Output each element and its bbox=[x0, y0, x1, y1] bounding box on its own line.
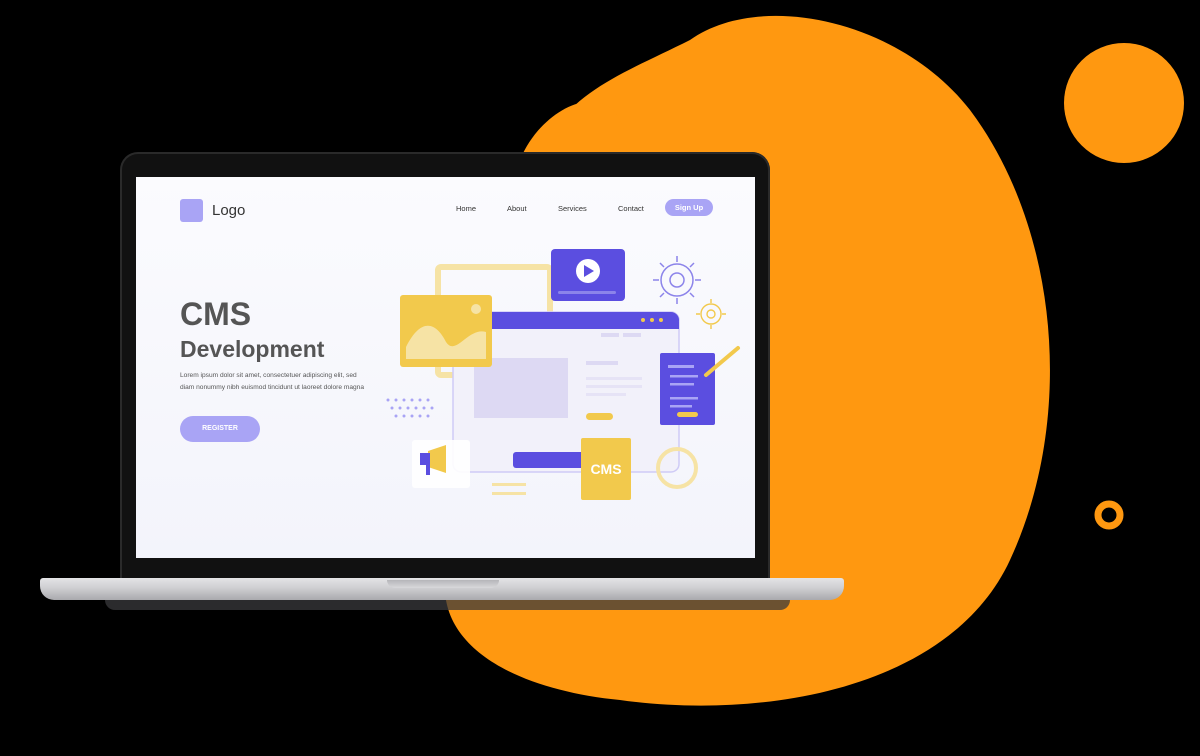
gear-icon bbox=[653, 256, 701, 304]
gear-icon-small bbox=[696, 299, 726, 329]
laptop-notch bbox=[387, 580, 499, 588]
cms-illustration: CMS bbox=[386, 249, 740, 500]
dot-pattern bbox=[386, 398, 434, 418]
cms-file-label: CMS bbox=[590, 461, 621, 477]
orange-ring-small bbox=[1094, 500, 1124, 530]
orange-circle-large bbox=[1064, 43, 1184, 163]
laptop-foot bbox=[105, 600, 790, 610]
laptop-screen: Logo Home About Services Contact Sign Up… bbox=[136, 177, 755, 558]
content-button bbox=[586, 413, 613, 420]
